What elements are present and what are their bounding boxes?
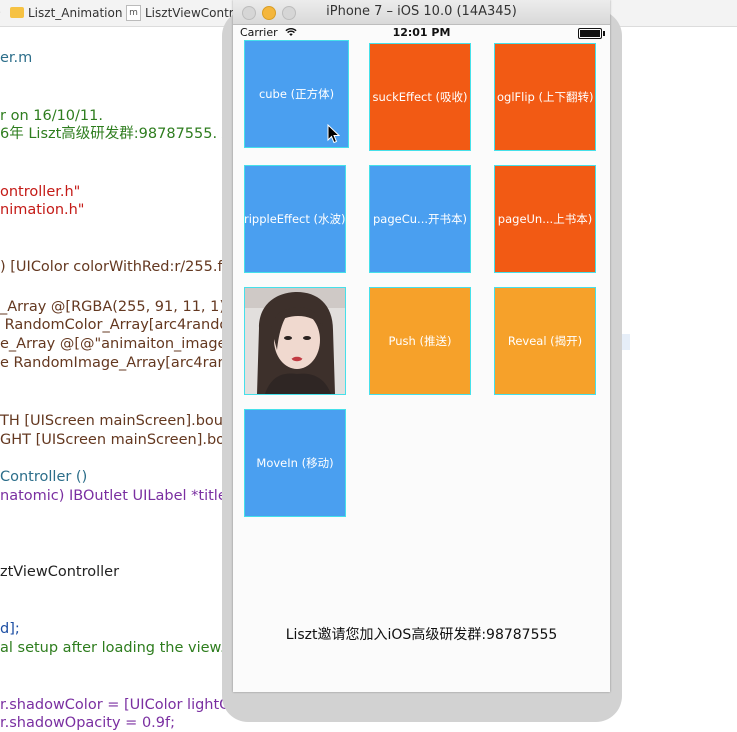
tile-label: oglFlip (上下翻转) xyxy=(497,90,594,104)
code-line: _Array @[RGBA(255, 91, 11, 1),RG xyxy=(0,299,251,315)
code-line: RandomColor_Array[arc4random_ xyxy=(0,317,250,333)
battery-icon xyxy=(578,28,605,39)
animation-tile-rippleeffect[interactable]: rippleEffect (水波) xyxy=(244,165,346,273)
ios-status-bar: Carrier 12:01 PM xyxy=(233,25,610,41)
code-line: d]; xyxy=(0,621,20,637)
code-line: al setup after loading the view. xyxy=(0,640,225,656)
code-line: er.m xyxy=(0,50,33,66)
tile-label: suckEffect (吸收) xyxy=(372,90,468,104)
animation-tile-image[interactable] xyxy=(244,287,346,395)
code-line: r on 16/10/11. xyxy=(0,108,103,124)
animation-tile-movein[interactable]: MoveIn (移动) xyxy=(244,409,346,517)
tile-label: pageUn...上书本) xyxy=(497,212,593,226)
tile-label: MoveIn (移动) xyxy=(256,456,334,470)
code-line: ztViewController xyxy=(0,564,120,580)
code-line: ) [UIColor colorWithRed:r/255.f gre xyxy=(0,259,251,275)
footer-label: Liszt邀请您加入iOS高级研发群:98787555 xyxy=(285,627,558,643)
simulator-title: iPhone 7 – iOS 10.0 (14A345) xyxy=(326,4,517,19)
code-line: r.shadowOpacity = 0.9f; xyxy=(0,715,175,731)
code-line: nimation.h" xyxy=(0,202,85,218)
simulator-title-bar[interactable]: iPhone 7 – iOS 10.0 (14A345) xyxy=(233,0,610,25)
animation-tile-oglflip[interactable]: oglFlip (上下翻转) xyxy=(494,43,596,151)
tile-label: rippleEffect (水波) xyxy=(244,212,346,226)
code-line: ontroller.h" xyxy=(0,184,81,200)
animation-tile-push[interactable]: Push (推送) xyxy=(369,287,471,395)
code-line: e_Array @[@"animaiton_image.jpg xyxy=(0,336,254,352)
code-line: e RandomImage_Array[arc4random xyxy=(0,355,259,371)
status-time: 12:01 PM xyxy=(392,26,451,39)
simulator-window[interactable]: iPhone 7 – iOS 10.0 (14A345) Carrier 12:… xyxy=(233,0,610,692)
code-line: 6年 Liszt高级研发群:98787555. All xyxy=(0,126,240,142)
tile-label: cube (正方体) xyxy=(258,87,335,101)
portrait-photo xyxy=(245,288,345,394)
mouse-pointer-icon xyxy=(327,124,340,144)
animation-tile-pagecurl[interactable]: pageCu...开书本) xyxy=(369,165,471,273)
animation-tile-pageuncurl[interactable]: pageUn...上书本) xyxy=(494,165,596,273)
code-line: Controller () xyxy=(0,469,88,485)
animation-tile-reveal[interactable]: Reveal (揭开) xyxy=(494,287,596,395)
tile-label: pageCu...开书本) xyxy=(373,212,467,226)
tile-label: Reveal (揭开) xyxy=(507,334,583,348)
tile-label: Push (推送) xyxy=(388,334,452,348)
animation-tile-suckeffect[interactable]: suckEffect (吸收) xyxy=(369,43,471,151)
